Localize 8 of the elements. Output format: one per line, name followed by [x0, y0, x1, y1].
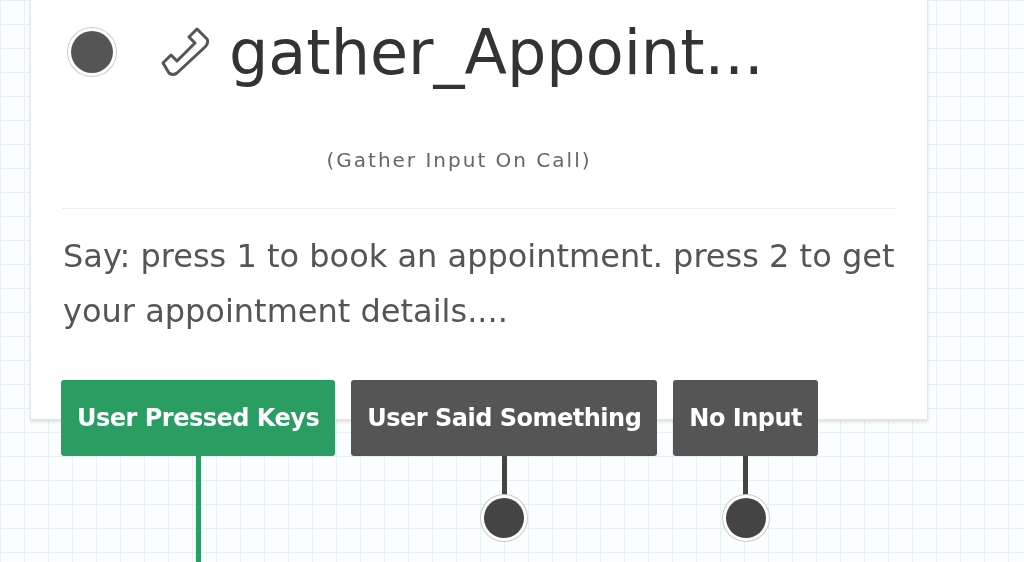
transition-button[interactable]: User Said Something: [351, 380, 658, 456]
widget-type: (Gather Input On Call): [325, 148, 593, 172]
transition-button[interactable]: No Input: [673, 380, 818, 456]
input-dot[interactable]: [71, 31, 113, 73]
endpoint-dot[interactable]: [484, 498, 525, 538]
endpoint-dot[interactable]: [725, 498, 766, 538]
widget-description: Say: press 1 to book an appointment. press 2 to get your appointment details....: [63, 236, 896, 332]
widget-title: gather_Appoint...: [229, 15, 764, 89]
